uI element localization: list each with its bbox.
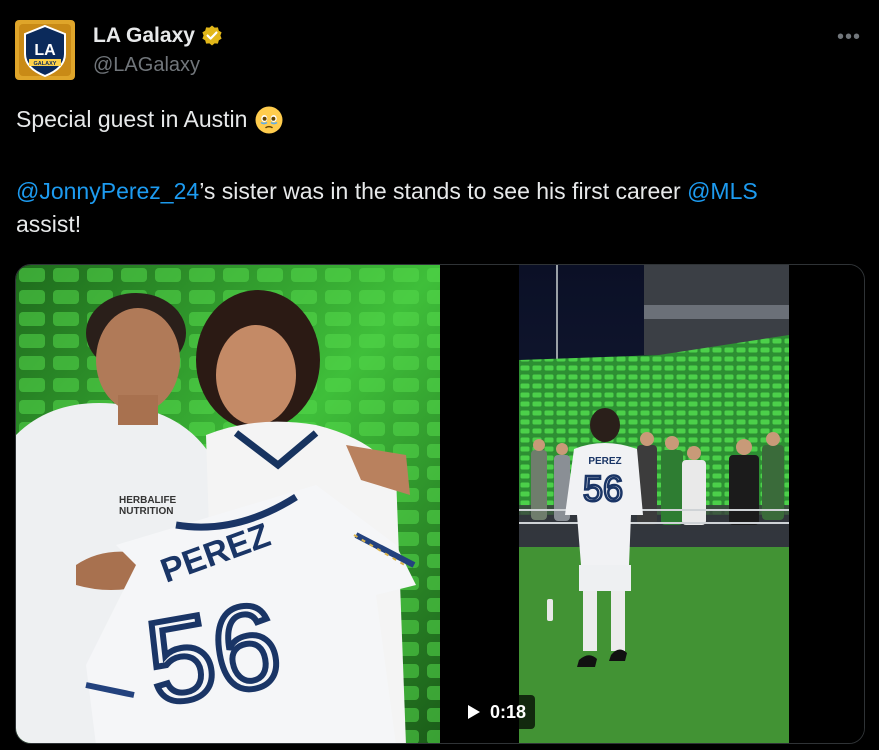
tweet-text-body: @JonnyPerez_24’s sister was in the stand… bbox=[16, 175, 866, 241]
video-shirt-number: 56 bbox=[583, 468, 623, 509]
avatar-text: LA bbox=[34, 42, 56, 59]
video-thumbnail[interactable]: PEREZ 56 bbox=[519, 265, 789, 743]
face-holding-back-tears-icon bbox=[255, 106, 283, 133]
tweet-text-end: assist! bbox=[16, 211, 82, 237]
video-player[interactable]: PEREZ 56 0:18 bbox=[442, 265, 864, 743]
mention-jonnyperez[interactable]: @JonnyPerez_24 bbox=[16, 178, 199, 204]
play-icon[interactable] bbox=[468, 705, 480, 719]
author-handle[interactable]: @LAGalaxy bbox=[93, 54, 200, 77]
photo-shirt-number: 56 bbox=[138, 578, 290, 731]
video-duration: 0:18 bbox=[490, 701, 527, 722]
tweet-text-line1: Special guest in Austin bbox=[16, 103, 866, 136]
video-shirt-name: PEREZ bbox=[588, 456, 621, 467]
photo-jonny-perez-with-sister[interactable]: PEREZ 56 HERBALIFE NUTRITION bbox=[16, 265, 440, 743]
author-display-name[interactable]: LA Galaxy bbox=[93, 24, 195, 48]
tweet-text-middle: ’s sister was in the stands to see his f… bbox=[199, 178, 688, 204]
verified-badge-icon[interactable] bbox=[200, 24, 224, 48]
tweet-text-intro: Special guest in Austin bbox=[16, 106, 248, 132]
more-options-button[interactable]: ••• bbox=[837, 26, 861, 49]
author-name-row: LA Galaxy bbox=[93, 24, 224, 48]
photo-sponsor-line1: HERBALIFE bbox=[119, 495, 177, 506]
avatar[interactable]: LA GALAXY bbox=[15, 20, 75, 80]
mention-mls[interactable]: @MLS bbox=[687, 178, 758, 204]
photo-sponsor-line2: NUTRITION bbox=[119, 506, 173, 517]
video-duration-badge[interactable]: 0:18 bbox=[459, 695, 536, 729]
avatar-badge-text: GALAXY bbox=[34, 61, 57, 67]
media-grid: PEREZ 56 HERBALIFE NUTRITION PEREZ 56 0:… bbox=[15, 264, 865, 744]
